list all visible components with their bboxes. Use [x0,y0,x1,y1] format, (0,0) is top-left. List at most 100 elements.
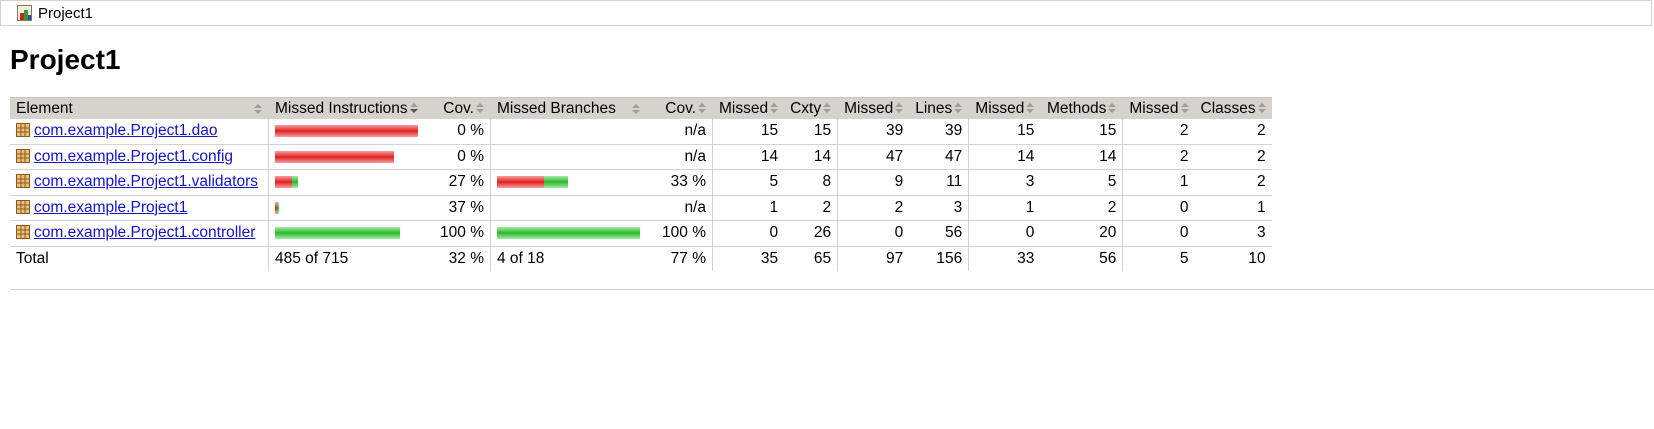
sort-icon[interactable] [1180,102,1189,114]
missed-branches-cell [490,169,646,196]
page-title: Project1 [10,44,121,75]
coverage-bar [497,151,640,163]
element-cell: com.example.Project1.validators [10,169,269,196]
missed-cxty-cell: 15 [712,119,785,145]
covered-bar-segment [277,201,279,214]
sort-icon[interactable] [632,103,640,115]
package-link[interactable]: com.example.Project1.config [34,148,233,165]
missed-classes-cell: 2 [1122,119,1195,145]
missed-cxty-cell: 5 [712,169,785,196]
methods-cell: 14 [1040,144,1123,170]
missed-lines-cell: 39 [837,119,910,145]
sort-icon[interactable] [254,103,262,115]
classes-cell: 1 [1194,195,1272,221]
total-instr-cov: 32 % [448,249,484,267]
missed-bar-segment [497,176,544,189]
missed-cxty-cell: 0 [712,220,785,247]
header-lines[interactable]: Lines [909,97,969,119]
header-cxty[interactable]: Cxty [784,97,838,119]
total-row: Total 485 of 715 32 % 4 of 18 77 % 35 65… [10,246,1272,271]
missed-instructions-cell [268,220,424,247]
missed-branches-cell [490,195,646,221]
missed-classes-cell: 0 [1122,220,1195,247]
missed-methods-cell: 3 [968,169,1041,196]
missed-methods-cell: 14 [968,144,1041,170]
element-cell: com.example.Project1 [10,195,269,221]
sort-icon[interactable] [1026,102,1035,114]
header-methods[interactable]: Methods [1040,97,1123,119]
package-link[interactable]: com.example.Project1.controller [34,224,255,241]
missed-instructions-cell [268,119,424,145]
coverage-table: Element Missed Instructions Cov. Missed … [10,97,1272,271]
total-missed-branches: 4 of 18 [490,246,646,271]
lines-cell: 11 [909,169,969,196]
table-row: com.example.Project1.config 0 % n/a 14 14 47 4… [10,144,1272,170]
sort-icon[interactable] [823,102,832,114]
coverage-bar [275,176,418,189]
instr-cov-cell: 27 % [424,169,491,196]
total-missed-methods: 33 [968,246,1041,271]
instr-cov-cell: 0 % [424,144,491,170]
package-icon [16,123,30,138]
cxty-cell: 26 [784,220,838,247]
methods-cell: 15 [1040,119,1123,145]
header-missed-methods[interactable]: Missed [968,97,1041,119]
branch-cov-cell: n/a [646,119,713,145]
sort-icon[interactable] [770,102,779,114]
methods-cell: 20 [1040,220,1123,247]
branch-cov-cell: 33 % [646,169,713,196]
header-missed-cxty[interactable]: Missed [712,97,785,119]
total-missed-classes: 5 [1122,246,1195,271]
missed-lines-cell: 2 [837,195,910,221]
missed-classes-cell: 2 [1122,144,1195,170]
sort-icon[interactable] [954,102,963,114]
sort-icon[interactable] [698,102,706,114]
classes-cell: 2 [1194,144,1272,170]
header-missed-lines[interactable]: Missed [837,97,910,119]
missed-lines-cell: 0 [837,220,910,247]
missed-bar-segment [275,150,394,163]
footer-divider [10,289,1654,290]
total-missed-instructions: 485 of 715 [268,246,424,271]
header-missed-classes[interactable]: Missed [1122,97,1195,119]
header-missed-instructions[interactable]: Missed Instructions [268,97,424,119]
sort-icon[interactable] [476,102,484,114]
package-link[interactable]: com.example.Project1.dao [34,122,218,139]
header-classes[interactable]: Classes [1194,97,1272,119]
instr-cov-cell: 0 % [424,119,491,145]
cxty-cell: 15 [784,119,838,145]
classes-cell: 2 [1194,169,1272,196]
sort-desc-icon[interactable] [409,102,418,114]
header-cov-branches[interactable]: Cov. [646,97,713,119]
methods-cell: 5 [1040,169,1123,196]
sort-icon[interactable] [895,102,904,114]
coverage-bar [497,227,640,240]
element-cell: com.example.Project1.config [10,144,269,170]
branch-cov-cell: n/a [646,195,713,221]
package-link[interactable]: com.example.Project1 [34,199,187,216]
sort-icon[interactable] [1257,102,1266,114]
total-branch-cov: 77 % [670,249,706,267]
header-missed-branches[interactable]: Missed Branches [490,97,646,119]
element-cell: com.example.Project1.dao [10,119,269,145]
missed-methods-cell: 0 [968,220,1041,247]
header-cov-instructions[interactable]: Cov. [424,97,491,119]
coverage-bar [275,201,418,214]
cxty-cell: 2 [784,195,838,221]
coverage-bar [275,150,418,163]
missed-lines-cell: 47 [837,144,910,170]
package-icon [16,199,30,214]
total-label: Total [16,249,49,267]
missed-branches-cell [490,119,646,145]
package-link[interactable]: com.example.Project1.validators [34,173,258,190]
lines-cell: 47 [909,144,969,170]
classes-cell: 3 [1194,220,1272,247]
breadcrumb: Project1 [0,0,1652,26]
header-element[interactable]: Element [10,97,269,119]
covered-bar-segment [275,227,400,240]
sort-icon[interactable] [1108,102,1117,114]
total-missed-cxty: 35 [712,246,785,271]
missed-bar-segment [275,125,418,138]
lines-cell: 39 [909,119,969,145]
missed-methods-cell: 1 [968,195,1041,221]
